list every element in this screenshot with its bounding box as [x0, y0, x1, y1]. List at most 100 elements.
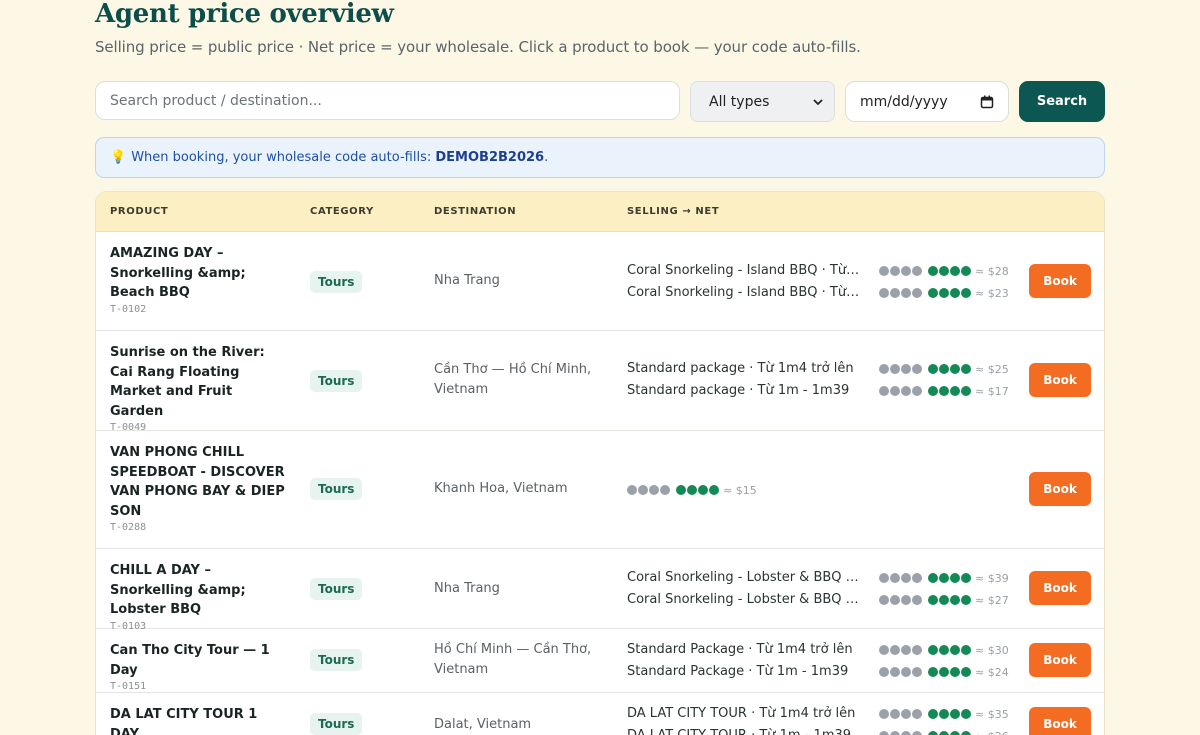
- type-select-value: All types: [709, 93, 770, 110]
- category-cell: Tours: [310, 578, 363, 600]
- table-row[interactable]: Sunrise on the River: Cai Rang Floating …: [96, 331, 1104, 433]
- net-approx: ≈ $39: [975, 571, 1009, 585]
- book-button[interactable]: Book: [1029, 571, 1091, 605]
- product-code: T-0288: [110, 522, 147, 533]
- price-bar: [879, 386, 971, 396]
- net-approx: ≈ $30: [975, 643, 1009, 657]
- book-button[interactable]: Book: [1029, 643, 1091, 677]
- category-badge: Tours: [310, 649, 363, 671]
- type-select[interactable]: All types: [690, 81, 835, 122]
- notice-end: .: [544, 150, 549, 165]
- net-approx: ≈ $23: [975, 286, 1009, 300]
- filter-bar: All types mm/dd/yyyy Search: [95, 81, 1105, 122]
- table-row[interactable]: Can Tho City Tour — 1 Day T-0151 Tours H…: [96, 629, 1104, 693]
- table-row[interactable]: VAN PHONG CHILL SPEEDBOAT - DISCOVER VAN…: [96, 431, 1104, 549]
- net-approx: ≈ $25: [975, 362, 1009, 376]
- destination: Nha Trang: [434, 581, 500, 596]
- price-bar: [879, 645, 971, 655]
- package-label: Standard package · Từ 1m - 1m39: [627, 383, 850, 398]
- product-cell[interactable]: AMAZING DAY – Snorkelling &amp; Beach BB…: [110, 244, 288, 315]
- pricing-cell: Coral Snorkeling - Lobster & BBQ Fe... ≈…: [627, 567, 1009, 611]
- category-cell: Tours: [310, 713, 363, 735]
- calendar-icon[interactable]: [980, 95, 994, 109]
- price-bar: [879, 573, 971, 583]
- price-bar: [879, 364, 971, 374]
- destination: Khanh Hoa, Vietnam: [434, 481, 568, 496]
- page-title: Agent price overview: [95, 0, 394, 29]
- product-cell[interactable]: VAN PHONG CHILL SPEEDBOAT - DISCOVER VAN…: [110, 443, 288, 533]
- package-label: Coral Snorkeling - Island BBQ · Từ 1m...: [627, 263, 861, 278]
- table-row[interactable]: DA LAT CITY TOUR 1 DAY T-0230 Tours Dala…: [96, 693, 1104, 735]
- product-name[interactable]: DA LAT CITY TOUR 1 DAY: [110, 705, 288, 735]
- package-label: Coral Snorkeling - Lobster & BBQ Fe...: [627, 570, 861, 585]
- product-cell[interactable]: DA LAT CITY TOUR 1 DAY T-0230: [110, 705, 288, 735]
- destination: Hồ Chí Minh — Cần Thơ, Vietnam: [434, 642, 592, 677]
- product-name[interactable]: CHILL A DAY – Snorkelling &amp; Lobster …: [110, 561, 288, 620]
- product-cell[interactable]: Can Tho City Tour — 1 Day T-0151: [110, 641, 288, 692]
- net-approx: ≈ $24: [975, 665, 1009, 679]
- net-approx: ≈ $28: [975, 264, 1009, 278]
- price-bar: [879, 266, 971, 276]
- chevron-down-icon: [813, 98, 823, 105]
- category-badge: Tours: [310, 478, 363, 500]
- header-selling-net: SELLING → NET: [627, 206, 720, 217]
- product-cell[interactable]: Sunrise on the River: Cai Rang Floating …: [110, 343, 288, 433]
- product-name[interactable]: AMAZING DAY – Snorkelling &amp; Beach BB…: [110, 244, 288, 303]
- package-line: Standard package · Từ 1m - 1m39 ≈ $17: [627, 380, 1009, 402]
- product-name[interactable]: Sunrise on the River: Cai Rang Floating …: [110, 343, 288, 421]
- package-label: DA LAT CITY TOUR · Từ 1m4 trở lên: [627, 706, 856, 721]
- package-line: Coral Snorkeling - Island BBQ · Từ 1m...…: [627, 260, 1009, 282]
- category-cell: Tours: [310, 271, 363, 293]
- price-bar: [879, 288, 971, 298]
- category-cell: Tours: [310, 370, 363, 392]
- category-badge: Tours: [310, 578, 363, 600]
- price-bar: [627, 485, 719, 495]
- package-line: DA LAT CITY TOUR · Từ 1m4 trở lên ≈ $35: [627, 703, 1009, 725]
- book-button[interactable]: Book: [1029, 264, 1091, 298]
- pricing-cell: Standard Package · Từ 1m4 trở lên ≈ $30 …: [627, 639, 1009, 683]
- table-row[interactable]: CHILL A DAY – Snorkelling &amp; Lobster …: [96, 549, 1104, 632]
- header-product: PRODUCT: [110, 206, 169, 217]
- date-input[interactable]: mm/dd/yyyy: [845, 81, 1009, 122]
- package-line: Coral Snorkeling - Lobster & BBQ Fe... ≈…: [627, 567, 1009, 589]
- net-approx: ≈ $26: [975, 730, 1009, 735]
- pricing-cell: ≈ $15: [627, 479, 757, 501]
- destination: Dalat, Vietnam: [434, 717, 532, 732]
- pricing-cell: Standard package · Từ 1m4 trở lên ≈ $25 …: [627, 358, 1009, 402]
- net-approx: ≈ $15: [723, 483, 757, 497]
- price-bar: [879, 731, 971, 735]
- package-line: ≈ $15: [627, 479, 757, 501]
- net-approx: ≈ $27: [975, 593, 1009, 607]
- product-code: T-0102: [110, 303, 147, 315]
- book-button[interactable]: Book: [1029, 472, 1091, 506]
- package-line: DA LAT CITY TOUR · Từ 1m - 1m39 ≈ $26: [627, 725, 1009, 735]
- package-label: Standard package · Từ 1m4 trở lên: [627, 361, 854, 376]
- package-label: Standard Package · Từ 1m - 1m39: [627, 664, 849, 679]
- destination: Cần Thơ — Hồ Chí Minh, Vietnam: [434, 362, 592, 397]
- page-subtitle: Selling price = public price · Net price…: [95, 38, 861, 56]
- package-line: Coral Snorkeling - Island BBQ · Từ 1m ..…: [627, 282, 1009, 304]
- book-button[interactable]: Book: [1029, 707, 1091, 735]
- wholesale-code: DEMOB2B2026: [435, 150, 545, 165]
- search-input[interactable]: [95, 81, 680, 120]
- category-badge: Tours: [310, 370, 363, 392]
- table-row[interactable]: AMAZING DAY – Snorkelling &amp; Beach BB…: [96, 232, 1104, 331]
- category-badge: Tours: [310, 271, 363, 293]
- product-cell[interactable]: CHILL A DAY – Snorkelling &amp; Lobster …: [110, 561, 288, 632]
- notice-text: When booking, your wholesale code auto-f…: [131, 150, 432, 165]
- package-label: Coral Snorkeling - Lobster & BBQ Fe...: [627, 592, 861, 607]
- book-button[interactable]: Book: [1029, 363, 1091, 397]
- product-name[interactable]: VAN PHONG CHILL SPEEDBOAT - DISCOVER VAN…: [110, 443, 288, 521]
- info-notice: 💡 When booking, your wholesale code auto…: [95, 137, 1105, 178]
- price-table: PRODUCT CATEGORY DESTINATION SELLING → N…: [95, 191, 1105, 735]
- product-name[interactable]: Can Tho City Tour — 1 Day: [110, 641, 288, 680]
- package-line: Standard package · Từ 1m4 trở lên ≈ $25: [627, 358, 1009, 380]
- package-line: Standard Package · Từ 1m4 trở lên ≈ $30: [627, 639, 1009, 661]
- package-line: Standard Package · Từ 1m - 1m39 ≈ $24: [627, 661, 1009, 683]
- lightbulb-icon: 💡: [110, 150, 127, 165]
- pricing-cell: DA LAT CITY TOUR · Từ 1m4 trở lên ≈ $35 …: [627, 703, 1009, 735]
- date-input-placeholder: mm/dd/yyyy: [860, 93, 948, 110]
- search-button[interactable]: Search: [1019, 81, 1105, 122]
- package-label: Standard Package · Từ 1m4 trở lên: [627, 642, 853, 657]
- product-code: T-0151: [110, 681, 147, 692]
